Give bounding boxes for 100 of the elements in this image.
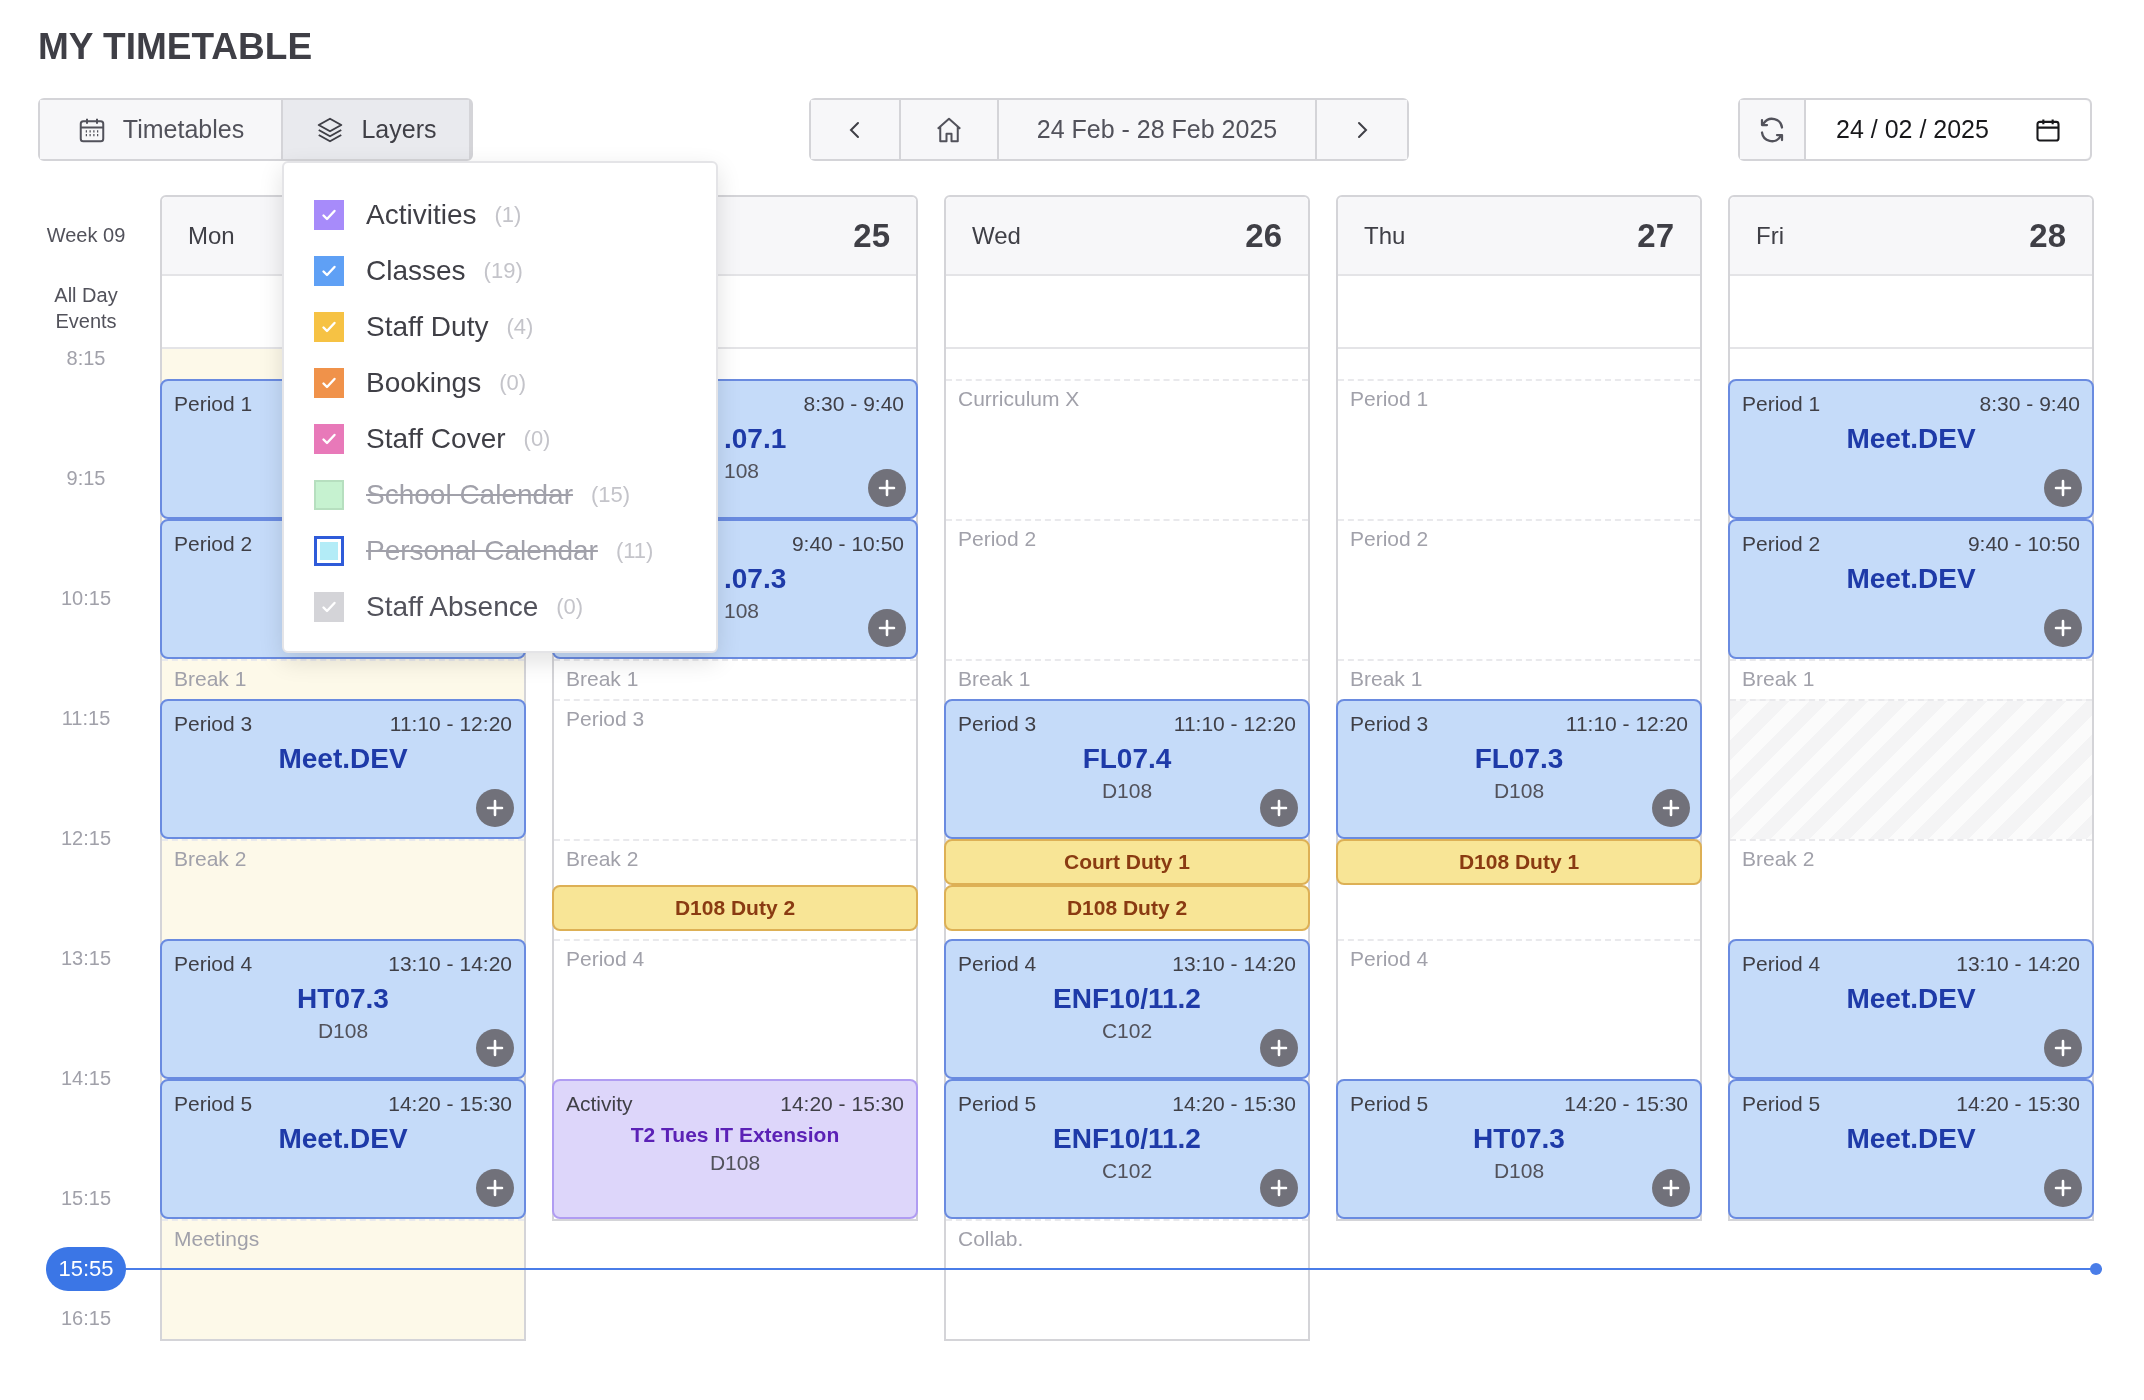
class-card[interactable]: Period 4 13:10 - 14:20 HT07.3 D108 [160, 939, 526, 1079]
add-button[interactable] [868, 469, 906, 507]
time-label: 15:15 [59, 1187, 113, 1210]
time-label: 10:15 [59, 587, 113, 610]
room-label: D108 [1493, 779, 1545, 803]
class-card[interactable]: Period 4 13:10 - 14:20 Meet.DEV [1728, 939, 2094, 1079]
add-button[interactable] [2044, 609, 2082, 647]
checkbox[interactable] [314, 424, 344, 454]
plus-icon [485, 1038, 505, 1058]
time-range: 8:30 - 9:40 [1979, 392, 2080, 416]
break-label: Break 1 [1350, 667, 1423, 690]
class-card[interactable]: Period 3 11:10 - 12:20 Meet.DEV [160, 699, 526, 839]
time-range: 14:20 - 15:30 [780, 1092, 904, 1116]
day-date: 27 [1637, 216, 1674, 255]
class-title: Meet.DEV [1846, 1123, 1976, 1155]
day-date: 26 [1245, 216, 1282, 255]
break-label: Break 1 [1742, 667, 1815, 690]
add-button[interactable] [1260, 1029, 1298, 1067]
plus-icon [1269, 798, 1289, 818]
layer-option[interactable]: Classes (19) [314, 243, 716, 299]
class-title: HT07.3 [297, 983, 389, 1015]
slot-label: Period 4 [566, 947, 645, 970]
duty-card[interactable]: D108 Duty 2 [552, 885, 918, 931]
break-label: Break 2 [1742, 847, 1815, 870]
time-range: 13:10 - 14:20 [388, 952, 512, 976]
period-label: Period 5 [174, 1092, 253, 1116]
activity-card[interactable]: Activity 14:20 - 15:30 T2 Tues IT Extension D108 [552, 1079, 918, 1219]
layer-name: Activities [366, 199, 477, 231]
layer-option[interactable]: Staff Duty (4) [314, 299, 716, 355]
plus-icon [877, 478, 897, 498]
plus-icon [1661, 798, 1681, 818]
checkbox[interactable] [314, 312, 344, 342]
time-label: 9:15 [65, 467, 107, 490]
break-label: Break 1 [174, 667, 247, 690]
add-button[interactable] [476, 1029, 514, 1067]
class-card[interactable]: Period 2 9:40 - 10:50 Meet.DEV [1728, 519, 2094, 659]
room-label: D108 [317, 1019, 369, 1043]
plus-icon [2053, 478, 2073, 498]
duty-card[interactable]: D108 Duty 2 [944, 885, 1310, 931]
slot-label: Period 4 [1350, 947, 1429, 970]
period-label: Period 5 [1742, 1092, 1821, 1116]
layer-count: (1) [494, 202, 522, 228]
duty-card[interactable]: D108 Duty 1 [1336, 839, 1702, 885]
period-label: Period 3 [1350, 712, 1429, 736]
add-button[interactable] [868, 609, 906, 647]
checkbox[interactable] [314, 536, 344, 566]
plus-icon [1661, 1178, 1681, 1198]
add-button[interactable] [1652, 1169, 1690, 1207]
room-label: C102 [1101, 1019, 1153, 1043]
class-card[interactable]: Period 1 8:30 - 9:40 Meet.DEV [1728, 379, 2094, 519]
class-card[interactable]: Period 4 13:10 - 14:20 ENF10/11.2 C102 [944, 939, 1310, 1079]
room-label: C102 [1101, 1159, 1153, 1183]
time-range: 14:20 - 15:30 [388, 1092, 512, 1116]
period-label: Period 4 [958, 952, 1037, 976]
add-button[interactable] [1652, 789, 1690, 827]
add-button[interactable] [2044, 1029, 2082, 1067]
plus-icon [2053, 618, 2073, 638]
room-label: 108 [724, 599, 760, 623]
class-card[interactable]: Period 5 14:20 - 15:30 Meet.DEV [1728, 1079, 2094, 1219]
time-range: 11:10 - 12:20 [389, 712, 512, 736]
day-name: Thu [1364, 221, 1406, 250]
class-card[interactable]: Period 3 11:10 - 12:20 FL07.4 D108 [944, 699, 1310, 839]
duty-card[interactable]: Court Duty 1 [944, 839, 1310, 885]
layer-name: Staff Duty [366, 311, 489, 343]
period-label: Period 5 [1350, 1092, 1429, 1116]
checkbox[interactable] [314, 256, 344, 286]
class-title: Meet.DEV [1846, 983, 1976, 1015]
toolbar-tab[interactable]: Timetables [40, 100, 283, 159]
toolbar-tab[interactable]: Layers [283, 100, 471, 159]
class-card[interactable]: Period 5 14:20 - 15:30 HT07.3 D108 [1336, 1079, 1702, 1219]
room-label: D108 [1493, 1159, 1545, 1183]
add-button[interactable] [1260, 1169, 1298, 1207]
checkbox[interactable] [314, 200, 344, 230]
add-button[interactable] [1260, 789, 1298, 827]
checkbox[interactable] [314, 368, 344, 398]
period-label: Period 2 [1742, 532, 1821, 556]
time-label: 11:15 [60, 707, 112, 730]
class-card[interactable]: Period 5 14:20 - 15:30 Meet.DEV [160, 1079, 526, 1219]
class-card[interactable]: Period 5 14:20 - 15:30 ENF10/11.2 C102 [944, 1079, 1310, 1219]
class-title: Meet.DEV [278, 743, 408, 775]
add-button[interactable] [476, 1169, 514, 1207]
add-button[interactable] [2044, 469, 2082, 507]
add-button[interactable] [2044, 1169, 2082, 1207]
period-label: Period 4 [174, 952, 253, 976]
class-title: ENF10/11.2 [1053, 1123, 1201, 1155]
day-name: Wed [972, 221, 1021, 250]
slot-label: Collab. [958, 1227, 1024, 1250]
time-label: 13:15 [59, 947, 113, 970]
class-title: .07.1 [724, 423, 787, 455]
add-button[interactable] [476, 789, 514, 827]
slot-label: Period 3 [566, 707, 645, 730]
day-date: 28 [2029, 216, 2066, 255]
layer-name: Staff Cover [366, 423, 506, 455]
break-label: Break 2 [174, 847, 247, 870]
slot-label: Period 2 [1350, 527, 1429, 550]
layer-option[interactable]: Activities (1) [314, 187, 716, 243]
period-label: Period 4 [1742, 952, 1821, 976]
layer-count: (4) [506, 314, 534, 340]
layer-name: Bookings [366, 367, 482, 399]
class-card[interactable]: Period 3 11:10 - 12:20 FL07.3 D108 [1336, 699, 1702, 839]
